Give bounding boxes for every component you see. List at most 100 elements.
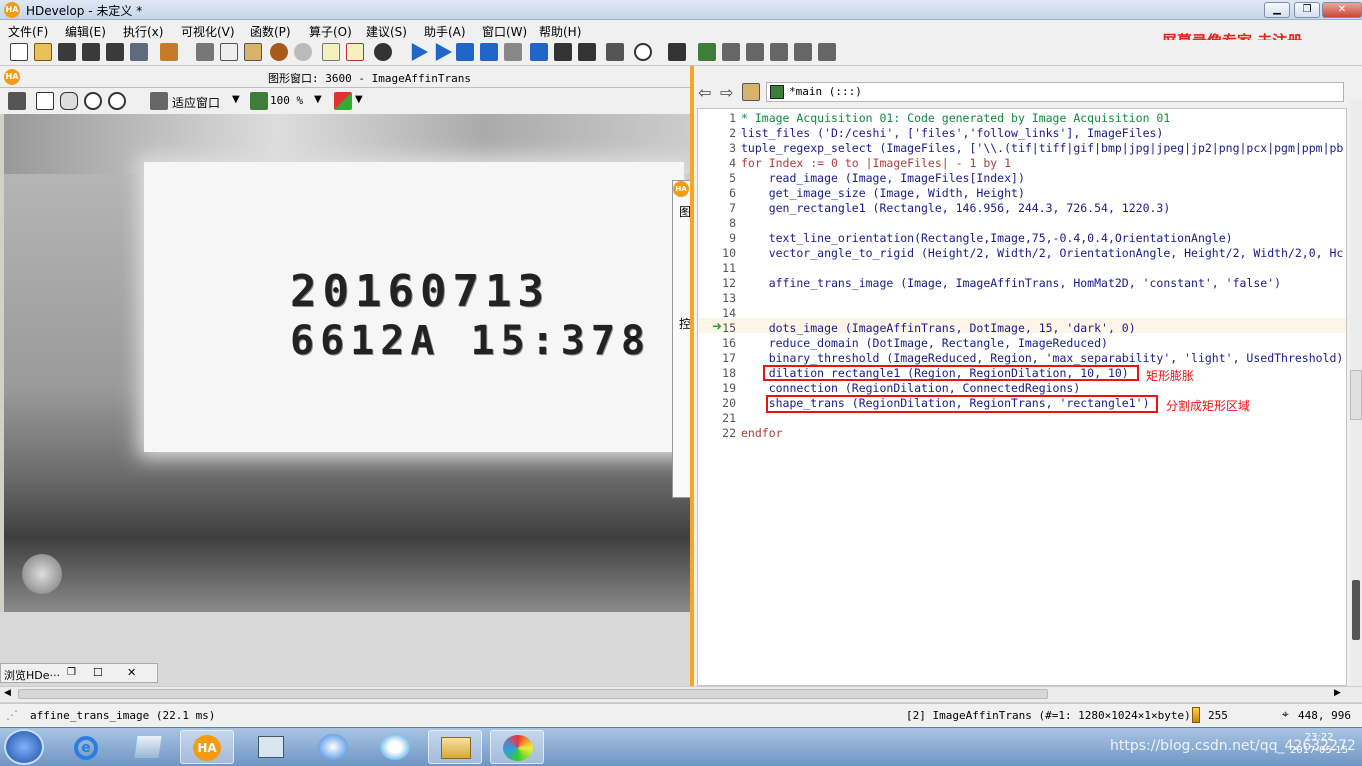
- magnifier-icon[interactable]: [108, 92, 126, 110]
- code-line[interactable]: dots_image (ImageAffinTrans, DotImage, 1…: [741, 321, 1136, 335]
- menu-assistants[interactable]: 助手(A): [424, 23, 466, 40]
- fit-window-label[interactable]: 适应窗口: [172, 94, 220, 111]
- forward-arrow-icon[interactable]: ⇨: [720, 83, 733, 102]
- code-line[interactable]: gen_rectangle1 (Rectangle, 146.956, 244.…: [741, 201, 1171, 215]
- zoom-level-value[interactable]: 100 %: [270, 94, 303, 107]
- line-number: 21: [722, 411, 736, 425]
- step-back-icon[interactable]: [480, 43, 498, 61]
- zoom-icon[interactable]: [84, 92, 102, 110]
- code-line[interactable]: connection (RegionDilation, ConnectedReg…: [741, 381, 1081, 395]
- menu-file[interactable]: 文件(F): [8, 23, 48, 40]
- color-settings-icon[interactable]: [334, 92, 352, 110]
- menu-window[interactable]: 窗口(W): [482, 23, 527, 40]
- collapse-panel-handle[interactable]: [1350, 370, 1362, 420]
- new-file-icon[interactable]: [10, 43, 28, 61]
- help-icon[interactable]: [668, 43, 686, 61]
- properties-icon[interactable]: [160, 43, 178, 61]
- step-out-icon[interactable]: [554, 43, 572, 61]
- breakpoint-icon[interactable]: [606, 43, 624, 61]
- image-display[interactable]: 20160713 6612A 15:378 ➚: [4, 114, 690, 612]
- back-arrow-icon[interactable]: ⇦: [698, 83, 711, 102]
- batch-code-text: 6612A 15:378: [290, 318, 651, 364]
- scroll-right-icon[interactable]: ▶: [1334, 688, 1341, 698]
- undo-icon[interactable]: [270, 43, 288, 61]
- status-message: affine_trans_image (22.1 ms): [30, 709, 216, 722]
- vertical-scroll-thumb[interactable]: [1352, 580, 1360, 640]
- code-line[interactable]: reduce_domain (DotImage, Rectangle, Imag…: [741, 336, 1108, 350]
- minimize-button[interactable]: ▁: [1264, 2, 1290, 18]
- gray-histogram-icon[interactable]: [794, 43, 812, 61]
- ocr-assistant-icon[interactable]: [818, 43, 836, 61]
- pan-hand-icon[interactable]: [60, 92, 78, 110]
- code-editor[interactable]: ➜ 1 * Image Acquisition 01: Code generat…: [697, 108, 1347, 686]
- code-line[interactable]: tuple_regexp_select (ImageFiles, ['\\.(t…: [741, 141, 1343, 155]
- floating-panel-edge[interactable]: HA 图 控: [672, 180, 691, 498]
- fit-dropdown-chevron-icon[interactable]: ▼: [232, 94, 240, 105]
- procedure-list-icon[interactable]: [742, 83, 760, 101]
- maximize-icon[interactable]: ☐: [93, 666, 103, 679]
- code-line[interactable]: endfor: [741, 426, 783, 440]
- find-icon[interactable]: [374, 43, 392, 61]
- editor-vertical-scrollbar[interactable]: [1350, 100, 1362, 686]
- graphics-window-icon[interactable]: [698, 43, 716, 61]
- save-all-icon[interactable]: [106, 43, 124, 61]
- cut-icon[interactable]: [196, 43, 214, 61]
- code-line[interactable]: for Index := 0 to |ImageFiles| - 1 by 1: [741, 156, 1011, 170]
- reset-program-icon[interactable]: [578, 43, 596, 61]
- save-icon[interactable]: [58, 43, 76, 61]
- menu-suggestions[interactable]: 建议(S): [366, 23, 407, 40]
- taskbar-network-icon[interactable]: [244, 730, 298, 764]
- step-over-icon[interactable]: [456, 43, 474, 61]
- histogram-icon[interactable]: [722, 43, 740, 61]
- menu-operators[interactable]: 算子(O): [309, 23, 352, 40]
- browse-hdevelop-tab[interactable]: 浏览HDe··· ❐ ☐ ✕: [0, 663, 158, 683]
- profiler-icon[interactable]: [634, 43, 652, 61]
- code-line[interactable]: text_line_orientation(Rectangle,Image,75…: [741, 231, 1233, 245]
- color-dropdown-chevron-icon[interactable]: ▼: [355, 94, 363, 105]
- procedure-selector[interactable]: *main (:::): [766, 82, 1344, 102]
- open-file-icon[interactable]: [34, 43, 52, 61]
- start-button-icon[interactable]: [4, 729, 44, 765]
- taskbar-messenger-icon[interactable]: [306, 730, 360, 764]
- code-line[interactable]: affine_trans_image (Image, ImageAffinTra…: [741, 276, 1281, 290]
- close-button[interactable]: ✕: [1322, 2, 1362, 18]
- line-profile-icon[interactable]: [746, 43, 764, 61]
- code-line[interactable]: * Image Acquisition 01: Code generated b…: [741, 111, 1170, 125]
- browse-tab-close-icon[interactable]: ✕: [127, 666, 136, 679]
- stop-icon[interactable]: [504, 43, 522, 61]
- code-line[interactable]: get_image_size (Image, Width, Height): [741, 186, 1025, 200]
- fit-window-icon[interactable]: [150, 92, 168, 110]
- code-line[interactable]: read_image (Image, ImageFiles[Index]): [741, 171, 1025, 185]
- code-line[interactable]: list_files ('D:/ceshi', ['files','follow…: [741, 126, 1163, 140]
- taskbar-paint-icon[interactable]: [490, 730, 544, 764]
- float-icon[interactable]: ❐: [67, 667, 76, 678]
- copy-icon[interactable]: [220, 43, 238, 61]
- zoom-dropdown-chevron-icon[interactable]: ▼: [314, 94, 322, 105]
- step-into-icon[interactable]: [530, 43, 548, 61]
- taskbar-hdevelop-icon[interactable]: HA: [180, 730, 234, 764]
- feature-inspection-icon[interactable]: [770, 43, 788, 61]
- taskbar-qq-icon[interactable]: [368, 730, 422, 764]
- pointer-icon[interactable]: [36, 92, 54, 110]
- code-line[interactable]: binary_threshold (ImageReduced, Region, …: [741, 351, 1344, 365]
- clear-window-icon[interactable]: [8, 92, 26, 110]
- delete-code-icon[interactable]: [346, 43, 364, 61]
- system-clock[interactable]: 23:22 2017-05-15: [1290, 731, 1348, 757]
- menu-visualize[interactable]: 可视化(V): [181, 23, 235, 40]
- scroll-left-icon[interactable]: ◀: [4, 688, 11, 698]
- paste-icon[interactable]: [244, 43, 262, 61]
- code-line[interactable]: vector_angle_to_rigid (Height/2, Width/2…: [741, 246, 1344, 260]
- menu-edit[interactable]: 编辑(E): [65, 23, 106, 40]
- taskbar-explorer-icon[interactable]: [428, 730, 482, 764]
- taskbar-files-icon[interactable]: [122, 730, 176, 764]
- taskbar-ie-icon[interactable]: e: [60, 730, 114, 764]
- print-icon[interactable]: [130, 43, 148, 61]
- save-as-icon[interactable]: [82, 43, 100, 61]
- horizontal-scroll-thumb[interactable]: [18, 689, 1048, 699]
- menu-functions[interactable]: 函数(P): [250, 23, 291, 40]
- restore-button[interactable]: ❐: [1294, 2, 1320, 18]
- menu-execute[interactable]: 执行(x): [123, 23, 163, 40]
- insert-code-icon[interactable]: [322, 43, 340, 61]
- menu-help[interactable]: 帮助(H): [539, 23, 581, 40]
- redo-icon[interactable]: [294, 43, 312, 61]
